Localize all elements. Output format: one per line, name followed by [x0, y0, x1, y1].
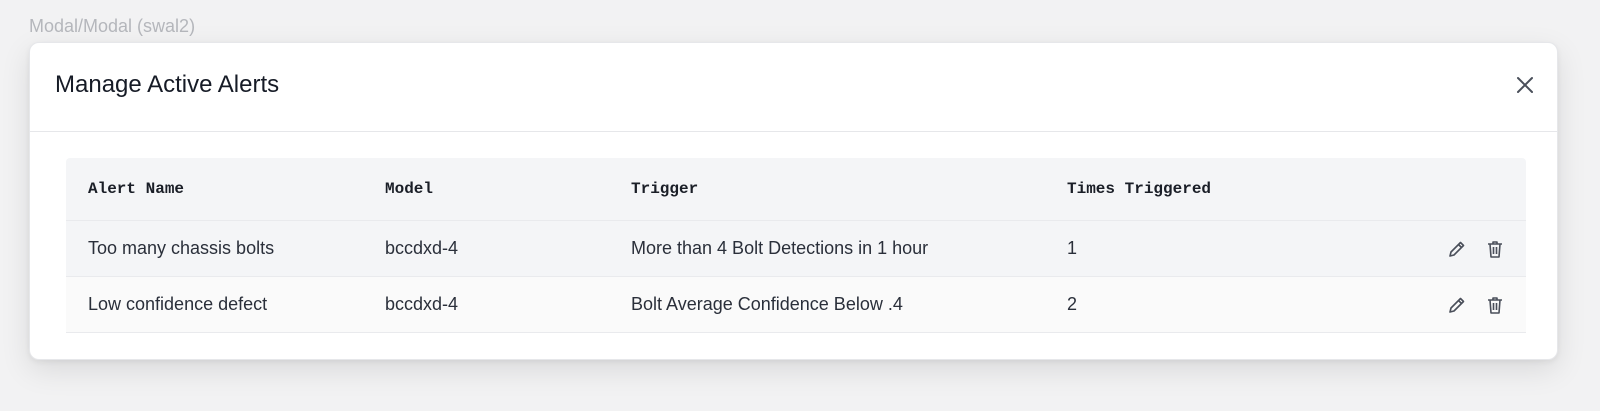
delete-alert-button[interactable]: [1484, 294, 1506, 316]
story-label: Modal/Modal (swal2): [29, 16, 196, 36]
alert-times-triggered: 1: [1067, 238, 1078, 258]
alert-times-triggered: 2: [1067, 294, 1078, 314]
edit-alert-button[interactable]: [1446, 238, 1468, 260]
alert-name: Low confidence defect: [88, 294, 268, 314]
pencil-icon: [1449, 297, 1465, 313]
row-actions: [1446, 294, 1506, 316]
alert-name: Too many chassis bolts: [88, 238, 275, 258]
table-row: Too many chassis bolts bccdxd-4 More tha…: [66, 221, 1526, 277]
alert-model: bccdxd-4: [385, 238, 459, 258]
alerts-table: Alert Name Model Trigger Times Triggered…: [66, 158, 1526, 333]
edit-alert-button[interactable]: [1446, 294, 1468, 316]
table-header-row: Alert Name Model Trigger Times Triggered: [66, 158, 1526, 221]
pencil-icon: [1449, 241, 1465, 257]
row-actions: [1446, 238, 1506, 260]
trash-icon: [1488, 296, 1502, 314]
modal-title: Manage Active Alerts: [55, 71, 280, 98]
delete-alert-button[interactable]: [1484, 238, 1506, 260]
modal-header: Manage Active Alerts: [30, 43, 1557, 132]
header-alert-name: Alert Name: [88, 180, 185, 198]
manage-alerts-modal: Manage Active Alerts Alert Name Model Tr…: [29, 42, 1558, 360]
alert-trigger: More than 4 Bolt Detections in 1 hour: [631, 238, 929, 258]
header-times-triggered: Times Triggered: [1067, 180, 1212, 198]
header-trigger: Trigger: [631, 180, 699, 198]
alert-model: bccdxd-4: [385, 294, 459, 314]
table-row: Low confidence defect bccdxd-4 Bolt Aver…: [66, 277, 1526, 333]
alert-trigger: Bolt Average Confidence Below .4: [631, 294, 903, 314]
close-icon: [1517, 77, 1533, 93]
header-model: Model: [385, 180, 434, 198]
close-button[interactable]: [1513, 73, 1537, 97]
trash-icon: [1488, 240, 1502, 258]
